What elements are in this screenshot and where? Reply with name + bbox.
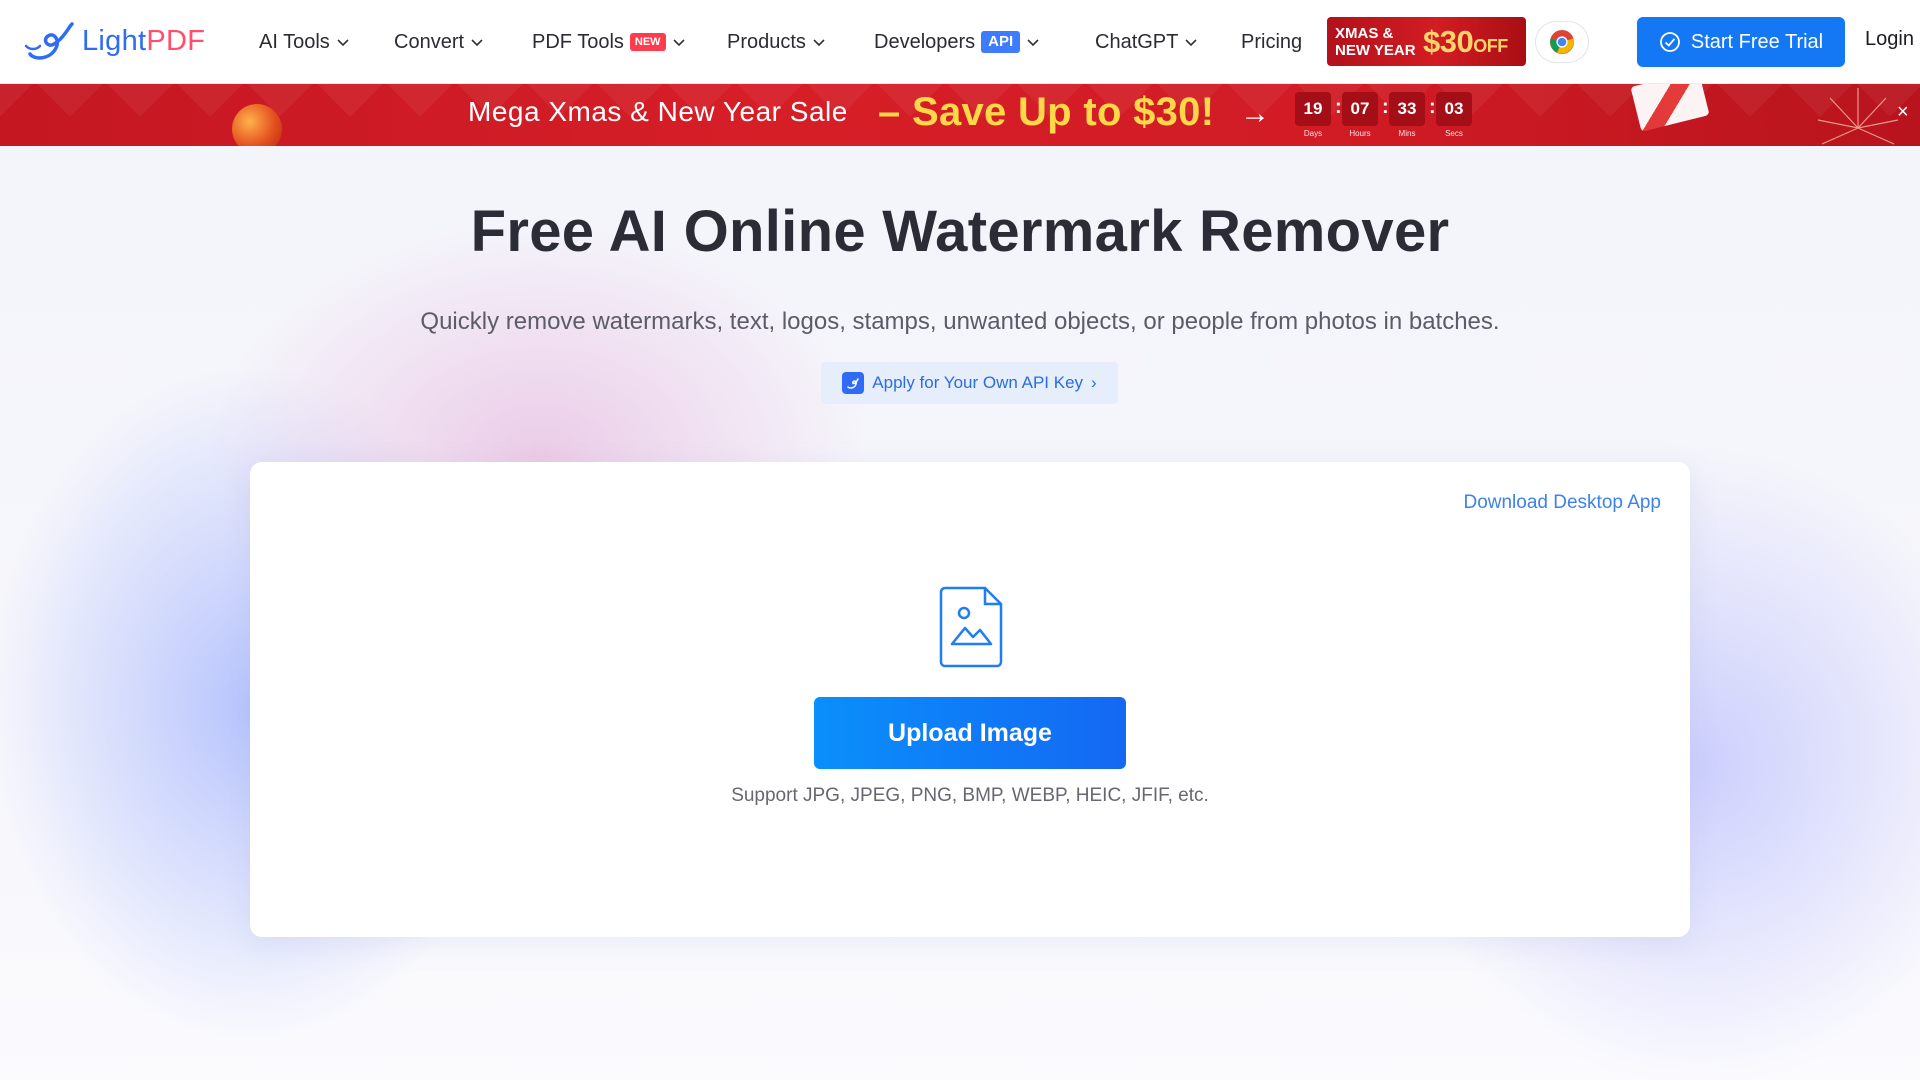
- new-badge: NEW: [629, 33, 666, 51]
- nav-chatgpt-label: ChatGPT: [1095, 30, 1179, 53]
- promo-line1: XMAS &: [1335, 24, 1394, 42]
- logo-text-pdf: PDF: [146, 24, 206, 57]
- chevron-down-icon: [337, 39, 349, 47]
- upload-image-button[interactable]: Upload Image: [814, 697, 1126, 769]
- chrome-icon: [1550, 30, 1574, 54]
- xmas-promo-badge[interactable]: XMAS & NEW YEAR $30OFF: [1327, 17, 1526, 66]
- countdown-days-label: Days: [1303, 129, 1323, 138]
- promo-off: OFF: [1473, 35, 1508, 56]
- api-badge: API: [981, 31, 1021, 53]
- arrow-right-icon[interactable]: →: [1240, 97, 1270, 131]
- nav-products[interactable]: Products: [727, 28, 826, 56]
- nav-pricing-label: Pricing: [1241, 30, 1303, 53]
- chevron-down-icon: [1027, 39, 1039, 47]
- firework-icon: [1817, 88, 1899, 145]
- close-banner-icon[interactable]: ×: [1897, 102, 1909, 122]
- nav-convert-label: Convert: [394, 30, 465, 53]
- promo-amount-value: $30: [1423, 23, 1474, 59]
- apply-api-key-label: Apply for Your Own API Key: [872, 373, 1084, 392]
- chevron-down-icon: [813, 39, 825, 47]
- nav-developers[interactable]: Developers API: [874, 28, 1040, 56]
- apply-api-key-link[interactable]: Apply for Your Own API Key ›: [821, 362, 1118, 404]
- page-subtitle: Quickly remove watermarks, text, logos, …: [420, 308, 1500, 335]
- christmas-ornament-icon: [232, 104, 282, 146]
- nav-ai-tools[interactable]: AI Tools: [259, 28, 350, 56]
- promo-amount: $30OFF: [1423, 24, 1508, 60]
- start-free-trial-button[interactable]: Start Free Trial: [1637, 17, 1845, 67]
- page-title: Free AI Online Watermark Remover: [470, 199, 1450, 264]
- nav-pdf-tools[interactable]: PDF Tools NEW: [532, 28, 686, 56]
- countdown-hours-label: Hours: [1349, 129, 1371, 138]
- start-free-trial-label: Start Free Trial: [1690, 30, 1824, 53]
- sale-highlight: – Save Up to $30!: [878, 90, 1215, 134]
- countdown-mins-label: Mins: [1398, 129, 1416, 138]
- chevron-down-icon: [672, 39, 685, 47]
- nav-ai-tools-label: AI Tools: [259, 30, 330, 53]
- countdown-days: 19: [1295, 92, 1331, 126]
- nav-developers-label: Developers: [874, 30, 976, 53]
- supported-formats-text: Support JPG, JPEG, PNG, BMP, WEBP, HEIC,…: [731, 785, 1209, 806]
- countdown-hours: 07: [1342, 92, 1378, 126]
- sale-text: Mega Xmas & New Year Sale: [468, 96, 848, 127]
- chevron-down-icon: [1185, 39, 1197, 47]
- sale-banner[interactable]: Mega Xmas & New Year Sale – Save Up to $…: [0, 84, 1920, 146]
- chevron-down-icon: [471, 39, 483, 47]
- countdown-separator: :: [1382, 96, 1389, 118]
- chevron-right-icon: ›: [1091, 373, 1097, 392]
- badge-check-icon: [1659, 32, 1680, 52]
- promo-left-text: XMAS & NEW YEAR: [1335, 25, 1421, 59]
- nav-pdf-tools-label: PDF Tools: [532, 30, 624, 53]
- promo-line2: NEW YEAR: [1335, 41, 1416, 59]
- upload-card: Download Desktop App Upload Image Suppor…: [250, 462, 1690, 937]
- logo-text-light: Light: [82, 24, 147, 57]
- nav-chatgpt[interactable]: ChatGPT: [1095, 28, 1198, 56]
- logo-text: LightPDF: [82, 25, 205, 58]
- image-file-icon: [939, 586, 1003, 668]
- nav-products-label: Products: [727, 30, 806, 53]
- lightpdf-swirl-icon: [24, 22, 74, 60]
- api-key-icon: [842, 372, 865, 394]
- download-desktop-app-link[interactable]: Download Desktop App: [1463, 492, 1661, 514]
- countdown-secs-label: Secs: [1445, 129, 1463, 138]
- countdown-mins: 33: [1389, 92, 1425, 126]
- site-header: LightPDF AI Tools Convert PDF Tools NEW …: [0, 0, 1920, 84]
- countdown-separator: :: [1429, 96, 1436, 118]
- countdown-separator: :: [1335, 96, 1342, 118]
- countdown-secs: 03: [1436, 92, 1472, 126]
- login-link[interactable]: Login: [1865, 28, 1914, 51]
- lightpdf-logo[interactable]: LightPDF: [24, 20, 205, 62]
- nav-convert[interactable]: Convert: [394, 28, 484, 56]
- chrome-extension-button[interactable]: [1535, 21, 1589, 63]
- nav-pricing[interactable]: Pricing: [1241, 28, 1302, 56]
